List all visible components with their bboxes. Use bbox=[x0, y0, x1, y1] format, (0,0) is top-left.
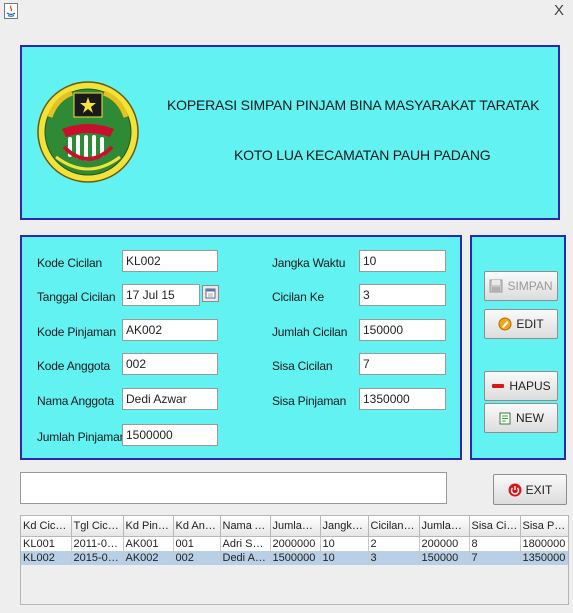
cicilan-table: Kd Cicilan Tgl Cicilan Kd Pinja... Kd An… bbox=[20, 515, 569, 605]
header-subtitle: KOTO LUA KECAMATAN PAUH PADANG bbox=[234, 147, 491, 163]
table-cell[interactable]: AK001 bbox=[123, 536, 174, 551]
hapus-button[interactable]: HAPUS bbox=[484, 371, 558, 401]
table-cell[interactable]: 10 bbox=[320, 550, 369, 565]
table-cell[interactable]: 2000000 bbox=[270, 536, 321, 551]
tanggal-cicilan-field[interactable]: 17 Jul 15 bbox=[122, 284, 200, 306]
column-header[interactable]: Kd Pinja... bbox=[123, 516, 174, 537]
column-header[interactable]: Kd Cicilan bbox=[21, 516, 72, 537]
column-header[interactable]: Sisa Cicil... bbox=[469, 516, 521, 537]
form-panel: Kode Cicilan KL002 Tanggal Cicilan 17 Ju… bbox=[20, 235, 462, 460]
koperasi-indonesia-logo bbox=[37, 81, 139, 183]
table-cell[interactable]: 1350000 bbox=[520, 550, 568, 565]
sisa-pinjaman-field[interactable]: 1350000 bbox=[359, 388, 446, 410]
table-cell[interactable]: 1800000 bbox=[520, 536, 568, 551]
sisa-cicilan-field[interactable]: 7 bbox=[359, 353, 446, 375]
application-window: X KOPERASI SIMPAN PINJAM BINA MASYARAKAT… bbox=[0, 0, 573, 613]
table-cell[interactable]: KL002 bbox=[21, 550, 72, 565]
simpan-button[interactable]: SIMPAN bbox=[484, 271, 558, 301]
table-cell[interactable]: 10 bbox=[320, 536, 369, 551]
jumlah-pinjaman-label: Jumlah Pinjaman bbox=[37, 430, 127, 444]
jumlah-cicilan-label: Jumlah Cicilan bbox=[272, 325, 348, 339]
hapus-label: HAPUS bbox=[509, 379, 551, 393]
close-button[interactable]: X bbox=[550, 1, 568, 21]
kode-anggota-label: Kode Anggota bbox=[37, 359, 111, 373]
tanggal-cicilan-label: Tanggal Cicilan bbox=[37, 290, 116, 304]
kode-cicilan-field[interactable]: KL002 bbox=[122, 250, 218, 272]
exit-label: EXIT bbox=[525, 482, 553, 497]
nama-anggota-field[interactable]: Dedi Azwar bbox=[122, 388, 218, 410]
jangka-waktu-label: Jangka Waktu bbox=[272, 256, 346, 270]
column-header[interactable]: Cicilan Ke bbox=[368, 516, 420, 537]
column-header[interactable]: Tgl Cicilan bbox=[71, 516, 124, 537]
kode-pinjaman-label: Kode Pinjaman bbox=[37, 325, 116, 339]
exit-button[interactable]: EXIT bbox=[493, 474, 567, 505]
jumlah-cicilan-field[interactable]: 150000 bbox=[359, 319, 446, 341]
table-header-row: Kd Cicilan Tgl Cicilan Kd Pinja... Kd An… bbox=[21, 516, 568, 537]
table-cell[interactable]: 3 bbox=[368, 550, 420, 565]
column-header[interactable]: Jangka ... bbox=[320, 516, 369, 537]
table-cell[interactable]: 200000 bbox=[419, 536, 470, 551]
new-document-icon bbox=[499, 412, 511, 425]
edit-button[interactable]: EDIT bbox=[484, 309, 558, 339]
minus-icon bbox=[492, 384, 505, 388]
nama-anggota-label: Nama Anggota bbox=[37, 394, 114, 408]
jangka-waktu-field[interactable]: 10 bbox=[359, 250, 446, 272]
kode-pinjaman-field[interactable]: AK002 bbox=[122, 319, 218, 341]
kode-anggota-field[interactable]: 002 bbox=[122, 353, 218, 375]
simpan-label: SIMPAN bbox=[507, 279, 553, 293]
edit-icon bbox=[498, 317, 512, 331]
sisa-cicilan-label: Sisa Cicilan bbox=[272, 359, 333, 373]
java-app-icon bbox=[4, 3, 18, 19]
new-button[interactable]: NEW bbox=[484, 403, 558, 433]
calendar-button[interactable] bbox=[202, 285, 219, 302]
new-label: NEW bbox=[516, 411, 544, 425]
jumlah-pinjaman-field[interactable]: 1500000 bbox=[122, 424, 218, 446]
kode-cicilan-label: Kode Cicilan bbox=[37, 256, 102, 270]
calendar-icon bbox=[205, 288, 216, 299]
action-button-panel: SIMPAN EDIT HAPUS NEW bbox=[470, 235, 566, 460]
table-cell[interactable]: 2011-08-... bbox=[71, 536, 124, 551]
column-header[interactable]: Jumlah P... bbox=[270, 516, 321, 537]
table-cell[interactable]: 1500000 bbox=[270, 550, 321, 565]
table-cell[interactable]: KL001 bbox=[21, 536, 72, 551]
table-cell[interactable]: Dedi Azw... bbox=[220, 550, 271, 565]
column-header[interactable]: Kd Angg... bbox=[173, 516, 221, 537]
table-cell[interactable]: 150000 bbox=[419, 550, 470, 565]
title-bar: X bbox=[0, 0, 573, 24]
column-header[interactable]: Sisa Pinj... bbox=[520, 516, 568, 537]
edit-label: EDIT bbox=[516, 317, 544, 331]
table-cell[interactable]: 002 bbox=[173, 550, 221, 565]
power-icon bbox=[508, 483, 522, 496]
header-title: KOPERASI SIMPAN PINJAM BINA MASYARAKAT T… bbox=[167, 97, 540, 113]
table-cell[interactable]: Adri Suh... bbox=[220, 536, 271, 551]
header-panel: KOPERASI SIMPAN PINJAM BINA MASYARAKAT T… bbox=[20, 45, 560, 220]
table-cell[interactable]: 001 bbox=[173, 536, 221, 551]
table-cell[interactable]: 2 bbox=[368, 536, 420, 551]
table-row[interactable]: KL001 2011-08-... AK001 001 Adri Suh... … bbox=[21, 536, 568, 551]
save-icon bbox=[489, 279, 503, 293]
cicilan-ke-field[interactable]: 3 bbox=[359, 284, 446, 306]
status-field[interactable] bbox=[20, 472, 447, 504]
table-cell[interactable]: 7 bbox=[469, 550, 521, 565]
column-header[interactable]: Nama An... bbox=[220, 516, 271, 537]
table-row-selected[interactable]: KL002 2015-07-... AK002 002 Dedi Azw... … bbox=[21, 550, 568, 565]
cicilan-ke-label: Cicilan Ke bbox=[272, 290, 325, 304]
column-header[interactable]: Jumlah ... bbox=[419, 516, 470, 537]
table-cell[interactable]: 8 bbox=[469, 536, 521, 551]
table-cell[interactable]: AK002 bbox=[123, 550, 174, 565]
sisa-pinjaman-label: Sisa Pinjaman bbox=[272, 394, 347, 408]
table-cell[interactable]: 2015-07-... bbox=[71, 550, 124, 565]
